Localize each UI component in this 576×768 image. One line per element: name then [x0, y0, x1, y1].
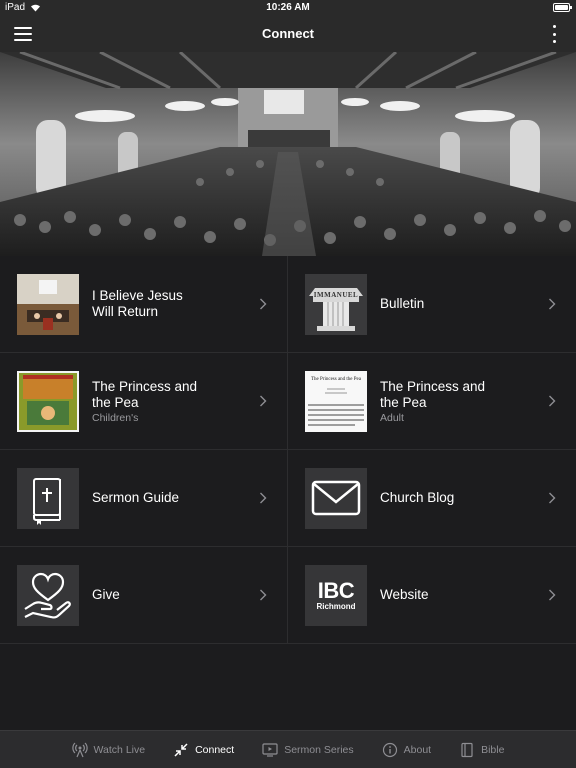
tab-label: Sermon Series — [284, 744, 354, 756]
immanuel-column-logo: IMMANUEL — [305, 274, 367, 335]
status-bar: iPad 10:26 AM — [0, 0, 576, 16]
chevron-right-icon — [549, 395, 556, 407]
tab-about[interactable]: About — [368, 731, 445, 768]
chevron-right-icon — [260, 589, 267, 601]
tile-church-blog[interactable]: Church Blog — [288, 450, 576, 547]
tile-title: Bulletin — [380, 296, 425, 311]
tile-subtitle: Adult — [380, 411, 404, 424]
bible-book-icon — [17, 468, 79, 529]
connect-arrows-icon — [174, 743, 188, 757]
chevron-right-icon — [549, 298, 556, 310]
tab-label: Connect — [195, 744, 235, 756]
children-book-cover — [17, 371, 79, 432]
tile-website[interactable]: IBC Richmond Website — [288, 547, 576, 644]
chevron-right-icon — [549, 492, 556, 504]
tab-bible[interactable]: Bible — [445, 731, 518, 768]
tile-title: Give — [92, 587, 120, 602]
tile-title: The Princess and the Pea — [92, 378, 198, 410]
tile-title: I Believe Jesus Will Return — [92, 288, 183, 319]
tab-bar: Watch Live Connect Sermon Series About B… — [0, 730, 576, 768]
tile-sermon-guide[interactable]: Sermon Guide — [0, 450, 288, 547]
chevron-right-icon — [260, 298, 267, 310]
tab-connect[interactable]: Connect — [159, 731, 248, 768]
tile-title: The Princess and the Pea — [380, 378, 486, 410]
ibc-logo-main: IBC — [317, 577, 355, 603]
tile-title: Website — [380, 587, 429, 602]
tile-princess-pea-children[interactable]: The Princess and the Pea Children's — [0, 353, 288, 450]
tile-subtitle: Children's — [92, 411, 139, 424]
tile-title: Church Blog — [380, 490, 455, 505]
tab-sermon-series[interactable]: Sermon Series — [248, 731, 367, 768]
tile-princess-pea-adult[interactable]: The Princess and the Pea The Princess an… — [288, 353, 576, 450]
broadcast-icon — [71, 742, 88, 758]
ibc-logo-sub: Richmond — [316, 601, 356, 611]
page-title: Connect — [262, 26, 314, 41]
tile-give[interactable]: Give — [0, 547, 288, 644]
sermon-video-thumbnail — [17, 274, 79, 335]
tile-sermon-video[interactable]: I Believe Jesus Will Return — [0, 256, 288, 353]
tile-bulletin[interactable]: IMMANUEL Bulletin — [288, 256, 576, 353]
more-options-icon[interactable] — [552, 25, 556, 43]
info-icon — [382, 742, 397, 758]
tab-label: Bible — [481, 744, 505, 756]
text-document-thumbnail: The Princess and the Pea — [305, 371, 367, 432]
tab-label: About — [403, 744, 432, 756]
immanuel-logo-text: IMMANUEL — [313, 291, 359, 299]
clock: 10:26 AM — [266, 2, 310, 13]
navigation-bar: Connect — [0, 16, 576, 52]
book-icon — [461, 742, 473, 758]
envelope-icon — [305, 468, 367, 529]
tab-watch-live[interactable]: Watch Live — [58, 731, 160, 768]
chevron-right-icon — [260, 395, 267, 407]
sanctuary-hero-image — [0, 52, 576, 256]
tab-label: Watch Live — [93, 744, 146, 756]
connect-menu-grid: I Believe Jesus Will Return IMMANUEL Bul… — [0, 256, 576, 646]
heart-hand-icon — [17, 565, 79, 626]
ibc-logo: IBC Richmond — [305, 565, 367, 626]
video-screen-icon — [262, 743, 278, 757]
tile-title: Sermon Guide — [92, 490, 180, 505]
chevron-right-icon — [260, 492, 267, 504]
battery-icon — [553, 3, 572, 12]
chevron-right-icon — [549, 589, 556, 601]
